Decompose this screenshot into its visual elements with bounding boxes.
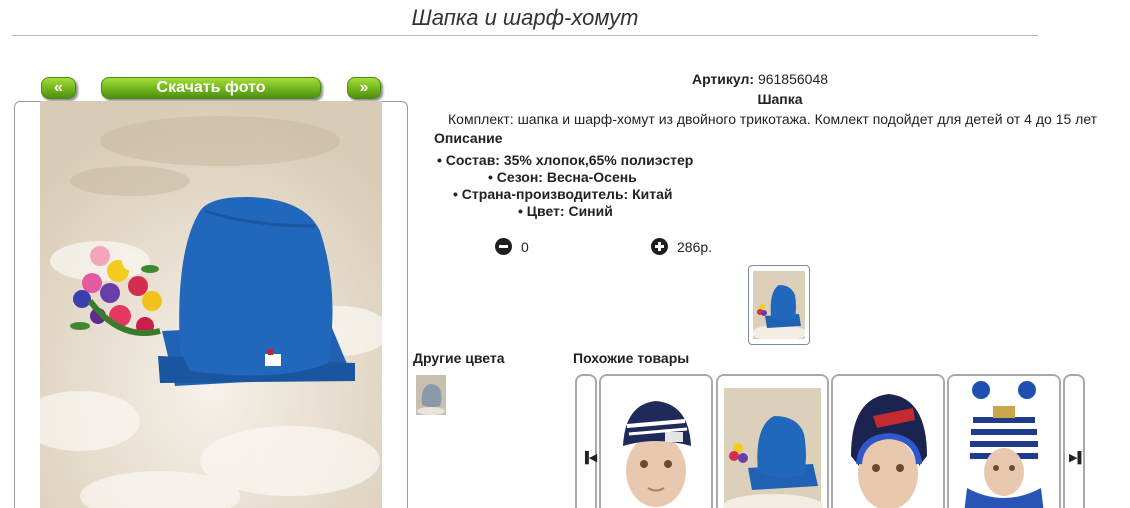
article-value: 961856048 [757,71,829,87]
product-photo-image [40,101,382,508]
spec-item: • Состав: 35% хлопок,65% полиэстер [437,152,694,168]
spec-text: Цвет: Синий [526,203,613,219]
spec-text: Состав: 35% хлопок,65% полиэстер [445,152,694,168]
price-value: 286р. [677,239,713,255]
similar-products-heading: Похожие товары [573,350,690,366]
spec-item: • Цвет: Синий [518,203,613,219]
product-name: Шапка [757,91,803,107]
spec-item: • Сезон: Весна-Осень [488,169,637,185]
similar-product-image [718,376,827,508]
arrow-left-icon: ▐◀ [581,452,598,464]
product-photo[interactable] [40,101,382,508]
spec-text: Страна-производитель: Китай [461,186,673,202]
next-photo-button[interactable]: » [347,77,381,99]
similar-product-image [601,376,711,508]
similar-product-card[interactable] [716,374,829,508]
prev-photo-button[interactable]: « [41,77,76,99]
similar-next-button[interactable]: ▶▌ [1063,374,1085,508]
color-swatch-image [416,375,446,415]
spec-text: Сезон: Весна-Осень [496,169,637,185]
other-colors-heading: Другие цвета [413,350,505,366]
similar-product-card[interactable] [599,374,713,508]
short-description: Комплект: шапка и шарф-хомут из двойного… [448,111,1098,127]
photo-thumbnail[interactable] [748,265,810,345]
spec-item: • Страна-производитель: Китай [453,186,673,202]
similar-product-card[interactable] [947,374,1061,508]
article-line: Артикул: 961856048 [600,71,920,87]
arrow-right-icon: ▶▌ [1069,452,1086,464]
thumbnail-image [753,271,805,339]
similar-prev-button[interactable]: ▐◀ [575,374,597,508]
article-label: Артикул: [691,71,755,87]
color-swatch[interactable] [416,375,446,415]
page-title: Шапка и шарф-хомут [411,5,639,30]
description-heading: Описание [434,130,503,146]
similar-product-card[interactable] [831,374,945,508]
similar-product-image [949,376,1059,508]
plus-circle-icon[interactable] [651,238,668,255]
minus-circle-icon[interactable] [495,238,512,255]
title-divider [12,35,1038,36]
quantity-value: 0 [521,239,529,255]
similar-product-image [833,376,943,508]
download-photo-button[interactable]: Скачать фото [101,77,321,99]
